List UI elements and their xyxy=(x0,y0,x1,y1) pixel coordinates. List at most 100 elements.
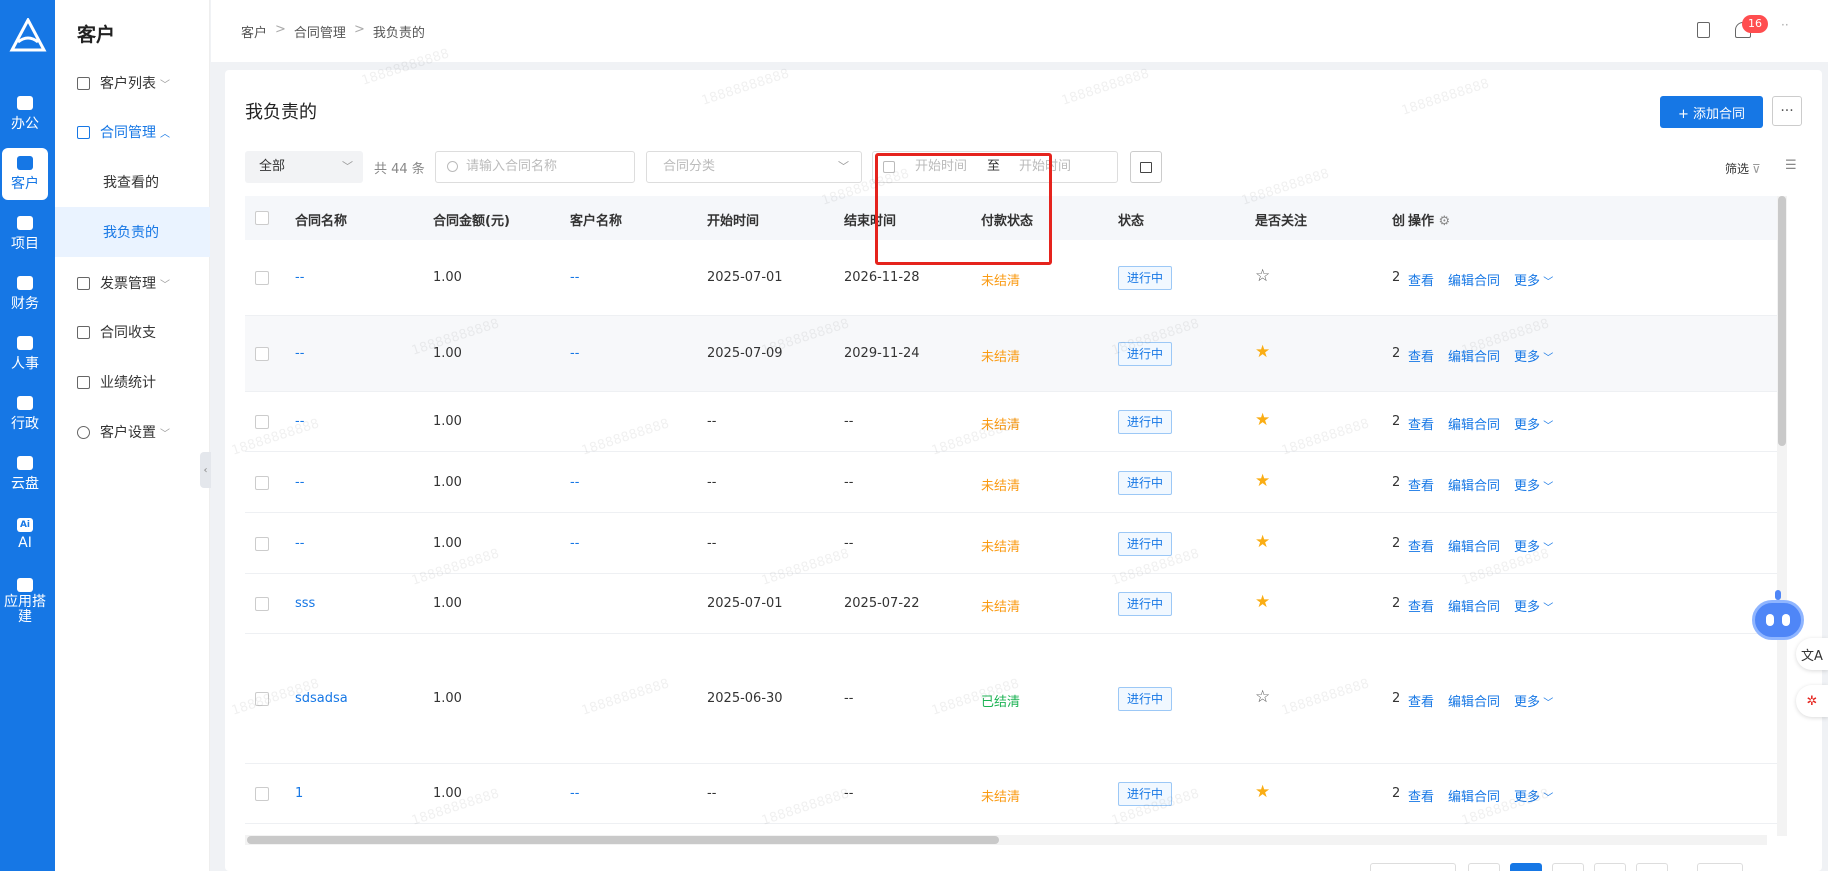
page-button[interactable] xyxy=(1594,863,1626,871)
row-checkbox[interactable] xyxy=(255,537,269,551)
more-actions-button[interactable]: 更多 ﹀ xyxy=(1514,786,1553,805)
more-actions-button[interactable]: 更多 ﹀ xyxy=(1514,691,1553,710)
more-actions-button[interactable]: 更多 ﹀ xyxy=(1514,475,1553,494)
customer-name-link[interactable]: -- xyxy=(570,346,579,361)
star-filled-icon[interactable]: ★ xyxy=(1255,594,1270,611)
nav-item-finance[interactable]: 财务 xyxy=(2,268,48,320)
customer-name-link[interactable]: -- xyxy=(570,536,579,551)
menu-customer-settings[interactable]: 客户设置 ﹀ xyxy=(55,412,210,452)
scope-select[interactable]: 全部 ﹀ xyxy=(245,151,363,183)
ai-assistant-bot[interactable] xyxy=(1748,590,1808,648)
nav-item-office[interactable]: 办公 xyxy=(2,88,48,140)
prev-page-button[interactable] xyxy=(1468,863,1500,871)
page-button[interactable] xyxy=(1636,863,1668,871)
contract-name-link[interactable]: -- xyxy=(295,346,304,361)
sidebar-collapse-toggle[interactable]: ‹ xyxy=(200,452,211,488)
contract-name-search-input[interactable]: 请输入合同名称 xyxy=(435,151,635,183)
contract-name-link[interactable]: -- xyxy=(295,475,304,490)
scrollbar-thumb[interactable] xyxy=(1778,196,1786,446)
edit-contract-button[interactable]: 编辑合同 xyxy=(1448,786,1500,805)
contract-name-link[interactable]: -- xyxy=(295,414,304,429)
row-checkbox[interactable] xyxy=(255,271,269,285)
menu-contract-payments[interactable]: 合同收支 xyxy=(55,312,210,352)
more-actions-button[interactable]: 更多 ﹀ xyxy=(1514,346,1553,365)
page-button-active[interactable] xyxy=(1510,863,1542,871)
breadcrumb-item[interactable]: 客户 xyxy=(241,22,267,41)
row-checkbox[interactable] xyxy=(255,787,269,801)
vertical-scrollbar[interactable] xyxy=(1777,196,1787,836)
user-menu[interactable]: ·· xyxy=(1781,18,1789,32)
nav-item-cloud-drive[interactable]: 云盘 xyxy=(2,448,48,500)
contract-name-link[interactable]: sss xyxy=(295,596,315,611)
star-filled-icon[interactable]: ★ xyxy=(1255,473,1270,490)
menu-performance-stats[interactable]: 业绩统计 xyxy=(55,362,210,402)
nav-item-hr[interactable]: 人事 xyxy=(2,328,48,380)
page-button[interactable] xyxy=(1552,863,1584,871)
translate-icon[interactable]: 文A xyxy=(1796,638,1828,670)
add-contract-button[interactable]: + 添加合同 xyxy=(1660,96,1763,128)
edit-contract-button[interactable]: 编辑合同 xyxy=(1448,536,1500,555)
contract-name-link[interactable]: -- xyxy=(295,270,304,285)
row-checkbox[interactable] xyxy=(255,415,269,429)
customer-name-link[interactable]: -- xyxy=(570,786,579,801)
nav-item-admin[interactable]: 行政 xyxy=(2,388,48,440)
more-actions-button[interactable]: 更多 ﹀ xyxy=(1514,596,1553,615)
clear-filters-button[interactable] xyxy=(1130,151,1162,183)
star-outline-icon[interactable]: ☆ xyxy=(1255,689,1270,706)
star-filled-icon[interactable]: ★ xyxy=(1255,534,1270,551)
customer-name-link[interactable]: -- xyxy=(570,270,579,285)
submenu-responsible[interactable]: 我负责的 xyxy=(55,207,210,257)
more-options-button[interactable]: ··· xyxy=(1772,96,1802,126)
select-all-checkbox[interactable] xyxy=(255,211,269,225)
page-size-select[interactable] xyxy=(1370,863,1456,871)
row-checkbox[interactable] xyxy=(255,597,269,611)
star-filled-icon[interactable]: ★ xyxy=(1255,344,1270,361)
view-button[interactable]: 查看 xyxy=(1408,270,1434,289)
edit-contract-button[interactable]: 编辑合同 xyxy=(1448,691,1500,710)
view-button[interactable]: 查看 xyxy=(1408,596,1434,615)
star-outline-icon[interactable]: ☆ xyxy=(1255,268,1270,285)
view-button[interactable]: 查看 xyxy=(1408,691,1434,710)
gear-icon[interactable]: ⚙ xyxy=(1439,214,1451,229)
breadcrumb-item[interactable]: 合同管理 xyxy=(294,22,346,41)
edit-contract-button[interactable]: 编辑合同 xyxy=(1448,596,1500,615)
more-actions-button[interactable]: 更多 ﹀ xyxy=(1514,536,1553,555)
row-checkbox[interactable] xyxy=(255,347,269,361)
scrollbar-thumb[interactable] xyxy=(247,836,999,844)
view-button[interactable]: 查看 xyxy=(1408,475,1434,494)
view-button[interactable]: 查看 xyxy=(1408,414,1434,433)
menu-invoice-management[interactable]: 发票管理 ﹀ xyxy=(55,263,210,303)
menu-customer-list[interactable]: 客户列表 ﹀ xyxy=(55,63,210,103)
nav-item-ai[interactable]: Ai AI xyxy=(2,508,48,560)
filter-toggle[interactable]: 筛选 ⊽ xyxy=(1725,160,1761,177)
view-button[interactable]: 查看 xyxy=(1408,786,1434,805)
more-actions-button[interactable]: 更多 ﹀ xyxy=(1514,270,1553,289)
menu-contract-management[interactable]: 合同管理 ︿ xyxy=(55,112,210,152)
contract-category-select[interactable]: 合同分类 ﹀ xyxy=(646,151,862,183)
horizontal-scrollbar[interactable] xyxy=(245,835,1767,845)
edit-contract-button[interactable]: 编辑合同 xyxy=(1448,346,1500,365)
row-checkbox[interactable] xyxy=(255,476,269,490)
customer-name-link[interactable]: -- xyxy=(570,475,579,490)
edit-contract-button[interactable]: 编辑合同 xyxy=(1448,475,1500,494)
network-icon[interactable]: ✲ xyxy=(1796,685,1828,717)
submenu-viewed[interactable]: 我查看的 xyxy=(55,157,210,207)
star-filled-icon[interactable]: ★ xyxy=(1255,412,1270,429)
column-settings-icon[interactable]: ☰ xyxy=(1785,158,1797,173)
row-checkbox[interactable] xyxy=(255,692,269,706)
nav-item-customer[interactable]: 客户 xyxy=(2,148,48,200)
nav-item-project[interactable]: 项目 xyxy=(2,208,48,260)
edit-contract-button[interactable]: 编辑合同 xyxy=(1448,270,1500,289)
star-filled-icon[interactable]: ★ xyxy=(1255,784,1270,801)
contract-name-link[interactable]: -- xyxy=(295,536,304,551)
view-button[interactable]: 查看 xyxy=(1408,536,1434,555)
notebook-icon[interactable] xyxy=(1697,22,1710,38)
nav-item-app-builder[interactable]: 应用搭建 xyxy=(2,568,48,634)
view-button[interactable]: 查看 xyxy=(1408,346,1434,365)
contract-name-link[interactable]: sdsadsa xyxy=(295,691,348,706)
more-actions-button[interactable]: 更多 ﹀ xyxy=(1514,414,1553,433)
edit-contract-button[interactable]: 编辑合同 xyxy=(1448,414,1500,433)
jump-page-input[interactable] xyxy=(1697,863,1743,871)
app-logo[interactable] xyxy=(0,12,55,60)
contract-name-link[interactable]: 1 xyxy=(295,786,303,801)
